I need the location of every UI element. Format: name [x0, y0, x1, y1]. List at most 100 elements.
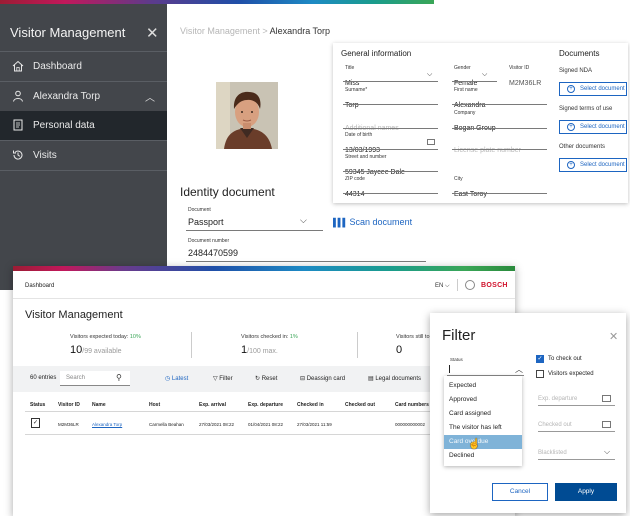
column-header-card-numbers[interactable]: Card numbers	[395, 402, 429, 408]
column-header-checked-out[interactable]: Checked out	[345, 402, 375, 408]
calendar-icon[interactable]	[427, 139, 435, 145]
license-plate-field[interactable]: License plate number	[454, 139, 521, 157]
select-terms-document-button[interactable]: + Select document	[559, 120, 627, 134]
chevron-down-icon: ⌵	[604, 447, 611, 456]
column-header-host[interactable]: Host	[149, 402, 160, 408]
checked-out-input[interactable]: Checked out	[538, 418, 615, 432]
exp-departure-placeholder: Exp. departure	[538, 396, 578, 402]
scan-document-label: Scan document	[349, 217, 413, 227]
calendar-icon[interactable]	[602, 395, 611, 402]
id-card-icon	[13, 119, 23, 131]
to-check-out-label: To check out	[548, 356, 582, 362]
document-select-value[interactable]: Passport	[188, 217, 224, 227]
chevron-down-icon[interactable]: ⌵	[300, 215, 307, 226]
cell-card-numbers: 000000000002	[395, 422, 426, 427]
blacklisted-select[interactable]: Blacklisted ⌵	[538, 446, 615, 460]
visitor-photo	[216, 82, 278, 149]
identity-document-title: Identity document	[180, 185, 275, 199]
chevron-up-icon[interactable]: ︿	[145, 89, 155, 104]
reset-button[interactable]: ↻ Reset	[255, 375, 277, 382]
bosch-logo-icon	[465, 280, 475, 290]
filter-button[interactable]: ▽ Filter	[213, 375, 233, 382]
home-icon	[12, 60, 24, 72]
exp-departure-input[interactable]: Exp. departure	[538, 392, 615, 406]
sidebar-item-visits[interactable]: Visits	[0, 141, 167, 170]
field-underline	[343, 149, 438, 150]
surname-field[interactable]: Surname* Torp	[345, 87, 367, 112]
card-icon: ⊟	[300, 376, 306, 382]
search-input[interactable]: Search ⚲	[60, 371, 130, 386]
column-header-name[interactable]: Name	[92, 402, 106, 408]
deassign-card-button[interactable]: ⊟ Deassign card	[300, 375, 345, 382]
status-select[interactable]: ︿	[447, 363, 524, 376]
search-placeholder: Search	[66, 375, 86, 381]
language-selector[interactable]: EN ⌵	[435, 283, 450, 290]
other-documents-label: Other documents	[559, 144, 606, 150]
stat-checked-in-sub: /100 max.	[247, 348, 278, 355]
first-name-label: First name	[454, 87, 478, 93]
column-header-visitor-id[interactable]: Visitor ID	[58, 402, 80, 408]
breadcrumb-root[interactable]: Visitor Management	[180, 26, 260, 36]
column-header-exp-departure[interactable]: Exp. departure	[248, 402, 283, 408]
dashboard-nav-link[interactable]: Dashboard	[25, 283, 54, 289]
close-icon[interactable]: ✕	[609, 330, 618, 343]
first-name-field[interactable]: First name Alexandra	[454, 87, 486, 112]
visitors-expected-checkbox[interactable]	[536, 370, 544, 378]
field-underline	[343, 81, 438, 82]
cell-exp-departure: 01/04/2021 08:22	[248, 422, 284, 427]
stat-checked-in-text: Visitors checked in:	[241, 334, 289, 340]
stat-expected-pct: 10%	[129, 334, 141, 340]
field-underline	[452, 104, 547, 105]
status-option-visitor-left[interactable]: The visitor has left	[444, 421, 522, 435]
stat-expected-sub: /99 available	[82, 348, 122, 355]
status-dropdown-menu: Expected Approved Card assigned The visi…	[444, 376, 522, 466]
document-icon: ▤	[368, 376, 374, 382]
plus-circle-icon: +	[567, 161, 575, 169]
clock-icon: ◷	[165, 376, 171, 382]
cell-host: Carmella Beahan	[149, 422, 184, 427]
status-option-expected[interactable]: Expected	[444, 379, 522, 393]
column-header-checked-in[interactable]: Checked in	[297, 402, 324, 408]
sidebar-item-alexandra-torp[interactable]: Alexandra Torp ︿	[0, 82, 167, 111]
latest-button[interactable]: ◷ Latest	[165, 375, 188, 382]
document-number-field[interactable]: 2484470599	[188, 248, 238, 258]
select-nda-document-button[interactable]: + Select document	[559, 82, 627, 96]
cell-name-link[interactable]: Alexandra Torp	[92, 422, 122, 427]
field-underline	[343, 128, 438, 129]
stat-checked-in-label: Visitors checked in: 1%	[241, 334, 298, 340]
status-option-card-overdue[interactable]: Card overdue	[444, 435, 522, 449]
sidebar-item-personal-data[interactable]: Personal data	[0, 111, 167, 140]
chevron-down-icon: ⌵	[427, 71, 433, 78]
status-option-card-assigned[interactable]: Card assigned	[444, 407, 522, 421]
signed-nda-label: Signed NDA	[559, 68, 593, 74]
breadcrumb-current: Alexandra Torp	[269, 26, 331, 36]
column-header-status[interactable]: Status	[30, 402, 45, 408]
select-other-document-button[interactable]: + Select document	[559, 158, 627, 172]
status-label: Status	[450, 357, 463, 362]
legal-documents-button[interactable]: ▤ Legal documents	[368, 375, 421, 382]
cancel-button[interactable]: Cancel	[492, 483, 548, 501]
close-icon[interactable]: ✕	[146, 24, 159, 42]
to-check-out-checkbox[interactable]: ✓	[536, 355, 544, 363]
stat-checked-in-pct: 1%	[289, 334, 298, 340]
city-field[interactable]: City East Toroy	[454, 176, 487, 201]
stat-expected-count: 10	[70, 344, 83, 356]
zip-field[interactable]: ZIP code 44314	[345, 176, 365, 201]
company-label: Company	[454, 110, 476, 116]
visitor-id-label: Visitor ID	[509, 65, 530, 71]
title-field-label: Title	[345, 65, 355, 71]
cell-exp-arrival: 27/03/2021 08:22	[199, 422, 235, 427]
sidebar-item-dashboard[interactable]: Dashboard	[0, 52, 167, 81]
stat-expected-text: Visitors expected today:	[70, 334, 129, 340]
apply-button[interactable]: Apply	[555, 483, 617, 501]
sidebar-divider	[0, 170, 167, 171]
status-option-approved[interactable]: Approved	[444, 393, 522, 407]
latest-label: Latest	[171, 376, 189, 382]
status-option-declined[interactable]: Declined	[444, 449, 522, 463]
cell-visitor-id: M2M36LR	[58, 422, 79, 427]
field-underline	[343, 171, 438, 172]
calendar-icon[interactable]	[602, 421, 611, 428]
column-header-exp-arrival[interactable]: Exp. arrival	[199, 402, 226, 408]
company-field[interactable]: Company Bogan Group	[454, 110, 496, 135]
scan-document-button[interactable]: ▌▌▌ Scan document	[333, 217, 412, 227]
